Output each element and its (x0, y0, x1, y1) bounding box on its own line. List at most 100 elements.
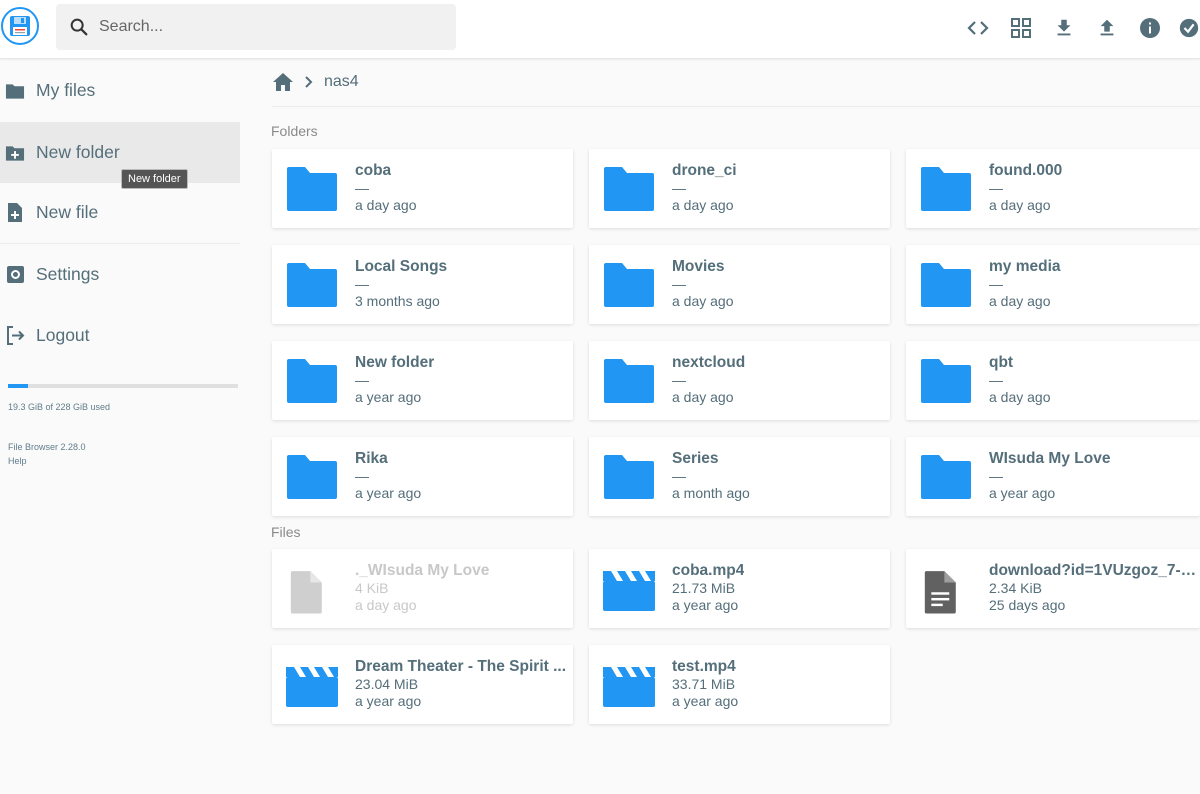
sidebar-item-logout[interactable]: Logout (0, 305, 240, 366)
search-input[interactable] (99, 18, 439, 36)
code-button[interactable] (965, 15, 991, 41)
sidebar-item-settings[interactable]: Settings (0, 244, 240, 305)
item-size: — (672, 372, 686, 388)
home-icon[interactable] (272, 72, 294, 92)
chevron-right-icon (305, 76, 313, 88)
file-card[interactable]: coba.mp4 21.73 MiB a year ago (589, 549, 890, 628)
logout-icon (5, 326, 25, 346)
sidebar-item-label: My files (36, 80, 96, 100)
folders-heading: Folders (271, 123, 318, 139)
video-file-icon (286, 667, 338, 707)
item-name: found.000 (989, 162, 1063, 179)
view-toggle-button[interactable] (1008, 15, 1034, 41)
sidebar-item-label: New file (36, 202, 99, 222)
item-size: — (989, 372, 1003, 388)
item-modified: a year ago (355, 485, 422, 501)
item-name: WIsuda My Love (989, 450, 1111, 467)
folder-card[interactable]: Rika — a year ago (272, 437, 573, 516)
item-name: download?id=1VUzgoz_7-1... (989, 562, 1200, 579)
download-button[interactable] (1051, 15, 1077, 41)
files-heading: Files (271, 524, 301, 540)
folder-card[interactable]: found.000 — a day ago (906, 149, 1200, 228)
upload-icon (1100, 19, 1114, 36)
storage-progress-bar (8, 384, 238, 388)
sidebar-item-label: Logout (36, 325, 90, 345)
storage-usage-text: 19.3 GiB of 228 GiB used (8, 402, 111, 412)
file-card[interactable]: ._WIsuda My Love 4 KiB a day ago (272, 549, 573, 628)
folder-card[interactable]: my media — a day ago (906, 245, 1200, 324)
folder-icon (921, 167, 971, 211)
item-name: test.mp4 (672, 658, 736, 675)
breadcrumb: nas4 (272, 70, 359, 94)
item-size: — (989, 276, 1003, 292)
code-icon (967, 21, 989, 35)
upload-button[interactable] (1094, 15, 1120, 41)
item-size: — (355, 468, 369, 484)
sidebar-item-new-folder[interactable]: New folder (0, 122, 240, 183)
blank-file-icon (290, 571, 322, 614)
item-size: — (355, 372, 369, 388)
folder-icon (921, 455, 971, 499)
folder-icon (287, 359, 337, 403)
settings-icon (5, 265, 25, 285)
item-size: 4 KiB (355, 580, 389, 596)
sidebar-item-new-file[interactable]: New file (0, 182, 240, 243)
video-file-icon (603, 571, 655, 611)
folder-card[interactable]: New folder — a year ago (272, 341, 573, 420)
item-modified: a day ago (672, 389, 734, 405)
item-modified: a year ago (672, 693, 739, 709)
file-card[interactable]: download?id=1VUzgoz_7-1... 2.34 KiB 25 d… (906, 549, 1200, 628)
floppy-logo-icon (10, 16, 30, 36)
download-icon (1057, 19, 1071, 36)
item-name: Series (672, 450, 719, 467)
info-icon (1140, 18, 1160, 38)
folder-icon (5, 81, 25, 101)
search-icon (70, 18, 88, 36)
item-modified: a month ago (672, 485, 750, 501)
item-name: ._WIsuda My Love (355, 562, 490, 579)
item-modified: a day ago (989, 389, 1051, 405)
breadcrumb-current[interactable]: nas4 (324, 73, 359, 91)
check-circle-icon (1179, 18, 1199, 38)
folder-icon (921, 359, 971, 403)
item-size: — (672, 180, 686, 196)
folder-icon (287, 167, 337, 211)
item-size: 2.34 KiB (989, 580, 1042, 596)
item-name: my media (989, 258, 1061, 275)
create-folder-icon (5, 143, 25, 163)
folder-icon (604, 263, 654, 307)
header (0, 0, 1200, 59)
item-name: coba.mp4 (672, 562, 745, 579)
search-box[interactable] (56, 4, 456, 50)
item-modified: a year ago (989, 485, 1056, 501)
sidebar-item-my-files[interactable]: My files (0, 60, 240, 121)
folder-card[interactable]: Series — a month ago (589, 437, 890, 516)
item-name: Dream Theater - The Spirit ... (355, 658, 567, 675)
item-size: — (355, 180, 369, 196)
folder-card[interactable]: coba — a day ago (272, 149, 573, 228)
item-modified: a day ago (672, 197, 734, 213)
item-modified: a day ago (672, 293, 734, 309)
item-modified: 25 days ago (989, 597, 1066, 613)
item-modified: a day ago (989, 197, 1051, 213)
file-card[interactable]: Dream Theater - The Spirit ... 23.04 MiB… (272, 645, 573, 724)
item-size: — (672, 276, 686, 292)
item-modified: a day ago (989, 293, 1051, 309)
folder-card[interactable]: nextcloud — a day ago (589, 341, 890, 420)
item-modified: a year ago (355, 389, 422, 405)
file-card[interactable]: test.mp4 33.71 MiB a year ago (589, 645, 890, 724)
folder-card[interactable]: drone_ci — a day ago (589, 149, 890, 228)
item-size: — (355, 276, 369, 292)
item-modified: a year ago (672, 597, 739, 613)
folder-card[interactable]: qbt — a day ago (906, 341, 1200, 420)
app-logo[interactable] (1, 7, 39, 45)
folder-card[interactable]: WIsuda My Love — a year ago (906, 437, 1200, 516)
help-link[interactable]: Help (8, 456, 27, 466)
select-button[interactable] (1178, 15, 1200, 41)
item-name: New folder (355, 354, 435, 371)
sidebar-item-label: Settings (36, 264, 100, 284)
folder-card[interactable]: Movies — a day ago (589, 245, 890, 324)
info-button[interactable] (1137, 15, 1163, 41)
folder-card[interactable]: Local Songs — 3 months ago (272, 245, 573, 324)
item-size: — (989, 468, 1003, 484)
